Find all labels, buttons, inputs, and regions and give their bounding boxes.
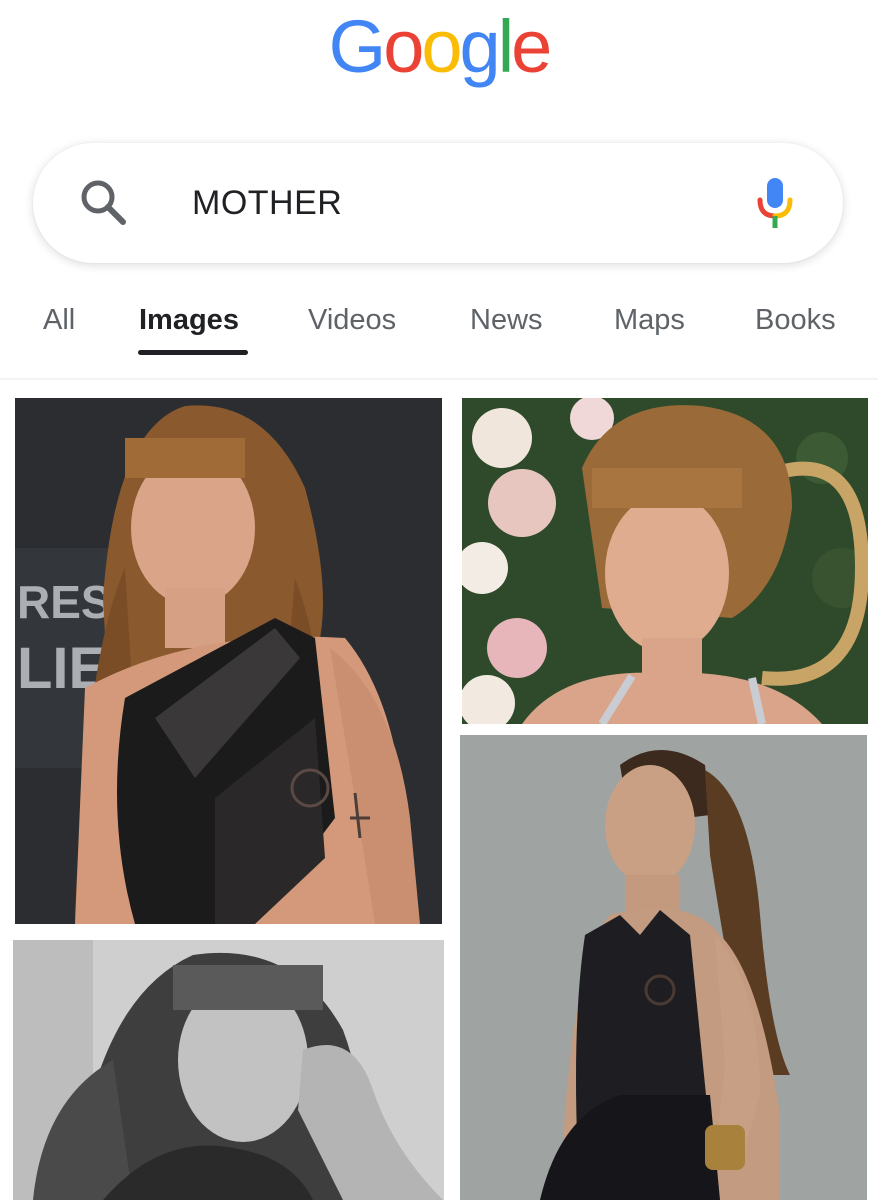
image-result-1[interactable]: RES LIEF <box>15 398 442 924</box>
logo-letter-o2: o <box>421 5 462 88</box>
image-result-4-photo <box>460 735 867 1200</box>
tab-books[interactable]: Books <box>755 295 836 345</box>
mic-icon[interactable] <box>755 176 795 232</box>
search-bar[interactable]: MOTHER <box>33 143 843 263</box>
image-result-3[interactable] <box>13 940 444 1200</box>
image-result-3-photo <box>13 940 444 1200</box>
tabs-divider <box>0 378 878 380</box>
image-result-2-photo <box>462 398 868 724</box>
tab-images[interactable]: Images <box>139 295 239 345</box>
search-tabs: All Images Videos News Maps Books <box>0 295 878 365</box>
active-tab-indicator <box>138 350 248 355</box>
tab-videos[interactable]: Videos <box>308 295 396 345</box>
logo-letter-g2: g <box>459 5 501 88</box>
tab-all[interactable]: All <box>43 295 75 345</box>
image-result-4[interactable] <box>460 735 867 1200</box>
search-icon[interactable] <box>77 176 129 228</box>
logo-letter-g: G <box>328 5 387 88</box>
image-result-2[interactable] <box>462 398 868 724</box>
logo-letter-o1: o <box>383 5 424 88</box>
google-images-results-page: Google MOTHER All Images Videos News Map… <box>0 0 878 1200</box>
logo-letter-l: l <box>497 5 515 88</box>
image-result-1-photo: RES LIEF <box>15 398 442 924</box>
logo-letter-e: e <box>511 5 552 88</box>
tab-maps[interactable]: Maps <box>614 295 685 345</box>
tab-news[interactable]: News <box>470 295 543 345</box>
search-input[interactable]: MOTHER <box>192 181 342 225</box>
google-logo[interactable]: Google <box>0 2 878 92</box>
svg-text:RES: RES <box>17 576 112 628</box>
